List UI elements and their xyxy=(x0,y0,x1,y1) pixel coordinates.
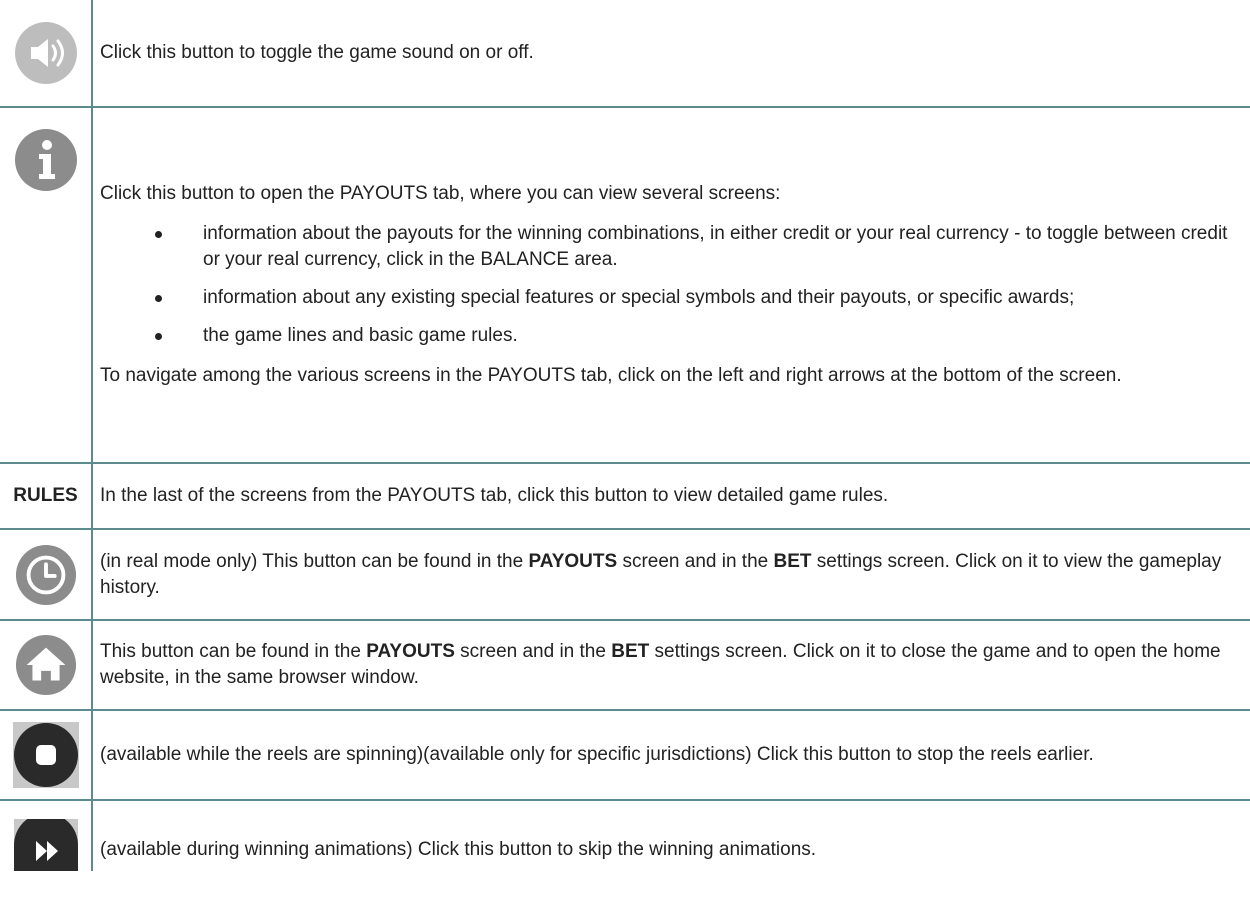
table-row: (available during winning animations) Cl… xyxy=(0,799,1250,871)
table-row: (available while the reels are spinning)… xyxy=(0,709,1250,801)
payouts-outro: To navigate among the various screens in… xyxy=(100,365,1122,386)
description-cell: This button can be found in the PAYOUTS … xyxy=(91,619,1250,711)
skip-description: (available during winning animations) Cl… xyxy=(100,839,817,860)
rules-button[interactable]: RULES xyxy=(13,485,77,506)
table-row: RULES In the last of the screens from th… xyxy=(0,462,1250,530)
speaker-icon[interactable] xyxy=(0,21,91,85)
table-row: This button can be found in the PAYOUTS … xyxy=(0,619,1250,711)
description-cell: Click this button to toggle the game sou… xyxy=(91,0,1250,108)
description-cell: (available while the reels are spinning)… xyxy=(91,709,1250,801)
home-description: This button can be found in the PAYOUTS … xyxy=(100,641,1221,688)
list-item: information about any existing special f… xyxy=(100,285,1248,311)
description-cell: In the last of the screens from the PAYO… xyxy=(91,462,1250,530)
list-item: information about the payouts for the wi… xyxy=(100,221,1248,273)
stop-icon[interactable] xyxy=(0,722,91,788)
icon-cell xyxy=(0,709,93,801)
info-icon[interactable] xyxy=(0,128,91,192)
history-description: (in real mode only) This button can be f… xyxy=(100,550,1222,598)
help-table: Click this button to toggle the game sou… xyxy=(0,0,1250,871)
table-row: Click this button to open the PAYOUTS ta… xyxy=(0,106,1250,464)
icon-cell xyxy=(0,528,93,621)
home-icon[interactable] xyxy=(0,634,91,696)
description-cell: (available during winning animations) Cl… xyxy=(91,799,1250,871)
list-item: the game lines and basic game rules. xyxy=(100,323,1248,349)
icon-cell xyxy=(0,106,93,464)
fast-forward-icon[interactable] xyxy=(0,819,91,871)
table-row: Click this button to toggle the game sou… xyxy=(0,0,1250,108)
clock-icon[interactable] xyxy=(0,544,91,606)
icon-cell xyxy=(0,619,93,711)
icon-cell xyxy=(0,799,93,871)
stop-description: (available while the reels are spinning)… xyxy=(100,744,1094,765)
description-cell: (in real mode only) This button can be f… xyxy=(91,528,1250,621)
table-row: (in real mode only) This button can be f… xyxy=(0,528,1250,621)
description-cell: Click this button to open the PAYOUTS ta… xyxy=(91,106,1250,464)
icon-cell xyxy=(0,0,93,108)
sound-description: Click this button to toggle the game sou… xyxy=(100,42,534,63)
payouts-list: information about the payouts for the wi… xyxy=(100,221,1248,349)
icon-cell: RULES xyxy=(0,462,93,530)
payouts-intro: Click this button to open the PAYOUTS ta… xyxy=(100,183,781,204)
rules-description: In the last of the screens from the PAYO… xyxy=(100,485,889,506)
